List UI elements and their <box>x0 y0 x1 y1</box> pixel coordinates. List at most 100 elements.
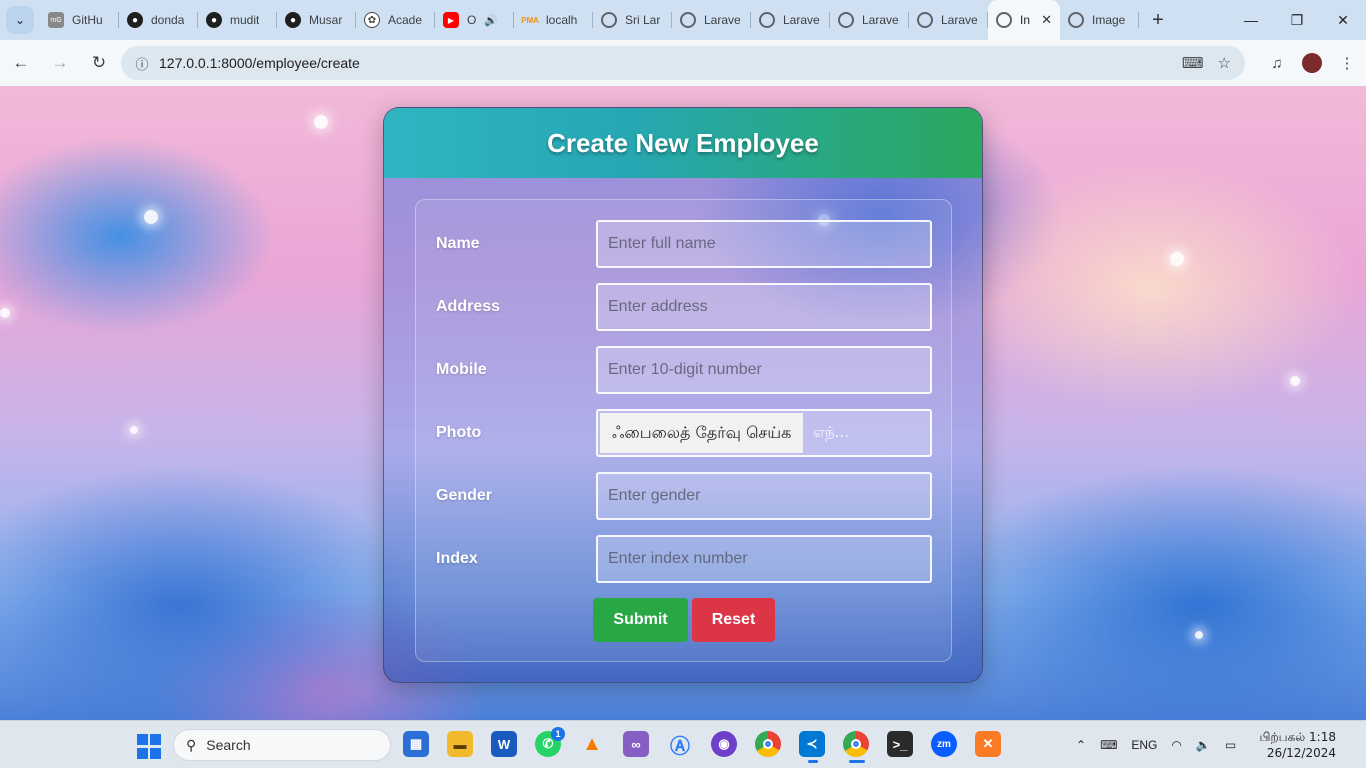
volume-icon[interactable]: 🔈 <box>1196 738 1211 752</box>
github-desktop-icon[interactable]: ◉ <box>711 731 737 757</box>
arrow-right-icon: → <box>51 53 69 72</box>
chrome-icon[interactable] <box>755 731 781 757</box>
page-viewport: Create New Employee Name Address Mobile … <box>0 86 1366 720</box>
windows-start-icon[interactable] <box>136 733 162 759</box>
index-row: Index <box>416 535 953 583</box>
back-button[interactable]: ← <box>3 45 39 81</box>
keyboard-icon[interactable]: ⌨ <box>1100 738 1117 752</box>
tab-github-1[interactable]: mG GitHu <box>40 0 119 40</box>
window-controls: — ❐ ✕ <box>1228 0 1366 40</box>
system-tray: ⌃ ⌨ ENG ◠ 🔈 ▭ <box>1076 721 1236 768</box>
clock-date: 26/12/2024 <box>1266 746 1336 760</box>
store-icon[interactable]: ▦ <box>403 731 429 757</box>
tab-image[interactable]: Image <box>1060 0 1139 40</box>
globe-icon <box>917 12 933 28</box>
minimize-icon[interactable]: — <box>1228 0 1274 40</box>
employee-form: Name Address Mobile Photo ஃபைலைத் தேர்வு… <box>415 199 952 662</box>
zoom-icon[interactable]: zm <box>931 731 957 757</box>
close-window-icon[interactable]: ✕ <box>1320 0 1366 40</box>
youtube-icon: ▶ <box>443 12 459 28</box>
tab-sri-lanka[interactable]: Sri Lar <box>593 0 672 40</box>
tab-laravel-4[interactable]: Larave <box>909 0 988 40</box>
tab-laravel-1[interactable]: Larave <box>672 0 751 40</box>
chevron-down-icon: ⌄ <box>14 13 26 27</box>
globe-icon <box>601 12 617 28</box>
choose-file-button[interactable]: ஃபைலைத் தேர்வு செய்க <box>600 413 804 453</box>
mobile-input[interactable] <box>596 346 932 394</box>
bokeh-light <box>1195 631 1203 639</box>
submit-button[interactable]: Submit <box>593 598 688 642</box>
file-status-text: எந்... <box>813 423 849 441</box>
card-header: Create New Employee <box>384 108 982 178</box>
reload-icon: ↻ <box>91 53 107 72</box>
employee-form-card: Create New Employee Name Address Mobile … <box>383 107 983 683</box>
tab-strip: ⌄ mG GitHu ● donda ● mudit ● Musar ✿ Acade ▶ O… <box>0 0 1366 40</box>
bokeh-light <box>1170 252 1184 266</box>
vlc-icon[interactable]: ▲ <box>579 731 605 757</box>
vscode-icon[interactable]: ≺ <box>799 731 825 763</box>
mobile-row: Mobile <box>416 346 953 394</box>
bokeh-light <box>1290 376 1300 386</box>
media-control-icon[interactable]: ♫ <box>1266 55 1288 72</box>
profile-avatar[interactable] <box>1302 53 1322 73</box>
url-text[interactable]: 127.0.0.1:8000/employee/create <box>159 55 360 71</box>
new-tab-button[interactable]: + <box>1143 9 1173 32</box>
github-icon: ● <box>127 12 143 28</box>
tab-laravel-3[interactable]: Larave <box>830 0 909 40</box>
file-explorer-icon[interactable]: ▬ <box>447 731 473 757</box>
tab-search-button[interactable]: ⌄ <box>6 6 34 34</box>
tab-localhost[interactable]: PMA localh <box>514 0 593 40</box>
taskbar: ⚲ Search ▦ ▬ W ✆ 1 ▲ ∞ Ⓐ ◉ ≺ >_ zm ✕ ⌃ ⌨ … <box>0 720 1366 768</box>
globe-icon <box>759 12 775 28</box>
visual-studio-icon[interactable]: ∞ <box>623 731 649 757</box>
github-icon: ● <box>285 12 301 28</box>
forward-button[interactable]: → <box>42 45 78 81</box>
chrome-profile-icon[interactable] <box>843 731 869 763</box>
gender-input[interactable] <box>596 472 932 520</box>
address-row: Address <box>416 283 953 331</box>
tab-youtube[interactable]: ▶ O 🔊 <box>435 0 514 40</box>
reset-button[interactable]: Reset <box>692 598 775 642</box>
terminal-icon[interactable]: >_ <box>887 731 913 757</box>
speaker-icon[interactable]: 🔊 <box>484 14 498 27</box>
site-info-icon[interactable]: ⓘ <box>127 54 157 73</box>
gender-label: Gender <box>436 487 493 504</box>
globe-icon <box>1068 12 1084 28</box>
wifi-icon[interactable]: ◠ <box>1171 738 1181 752</box>
bookmark-star-icon[interactable]: ☆ <box>1218 54 1231 72</box>
tab-academy[interactable]: ✿ Acade <box>356 0 435 40</box>
close-tab-icon[interactable]: ✕ <box>1041 12 1052 28</box>
restore-icon[interactable]: ❐ <box>1274 0 1320 40</box>
index-label: Index <box>436 550 478 567</box>
address-input[interactable] <box>596 283 932 331</box>
photo-file-input[interactable]: ஃபைலைத் தேர்வு செய்க எந்... <box>596 409 932 457</box>
globe-icon <box>838 12 854 28</box>
tab-active[interactable]: In ✕ <box>988 0 1060 40</box>
bokeh-light <box>314 115 328 129</box>
reload-button[interactable]: ↻ <box>81 45 117 81</box>
tab-github-4[interactable]: ● Musar <box>277 0 356 40</box>
taskbar-search[interactable]: ⚲ Search <box>173 729 391 761</box>
whatsapp-icon[interactable]: ✆ 1 <box>535 727 565 757</box>
mobile-label: Mobile <box>436 361 487 378</box>
tab-github-2[interactable]: ● donda <box>119 0 198 40</box>
address-bar[interactable]: ⓘ 127.0.0.1:8000/employee/create ⌨ ☆ <box>121 46 1245 80</box>
tab-github-3[interactable]: ● mudit <box>198 0 277 40</box>
system-clock[interactable]: பிற்பகல் 1:18 26/12/2024 <box>1260 729 1336 761</box>
translate-icon[interactable]: ⌨ <box>1182 54 1204 72</box>
tab-laravel-2[interactable]: Larave <box>751 0 830 40</box>
openai-icon: ✿ <box>364 12 380 28</box>
language-indicator[interactable]: ENG <box>1131 738 1157 752</box>
battery-icon[interactable]: ▭ <box>1225 738 1236 752</box>
word-icon[interactable]: W <box>491 731 517 757</box>
xampp-icon[interactable]: ✕ <box>975 731 1001 757</box>
search-icon: ⚲ <box>186 736 197 753</box>
chevron-up-icon[interactable]: ⌃ <box>1076 738 1086 752</box>
app-store-icon[interactable]: Ⓐ <box>667 731 693 758</box>
name-label: Name <box>436 235 480 252</box>
menu-kebab-icon[interactable]: ⋮ <box>1336 54 1358 72</box>
photo-label: Photo <box>436 424 482 441</box>
gender-row: Gender <box>416 472 953 520</box>
name-input[interactable] <box>596 220 932 268</box>
index-input[interactable] <box>596 535 932 583</box>
